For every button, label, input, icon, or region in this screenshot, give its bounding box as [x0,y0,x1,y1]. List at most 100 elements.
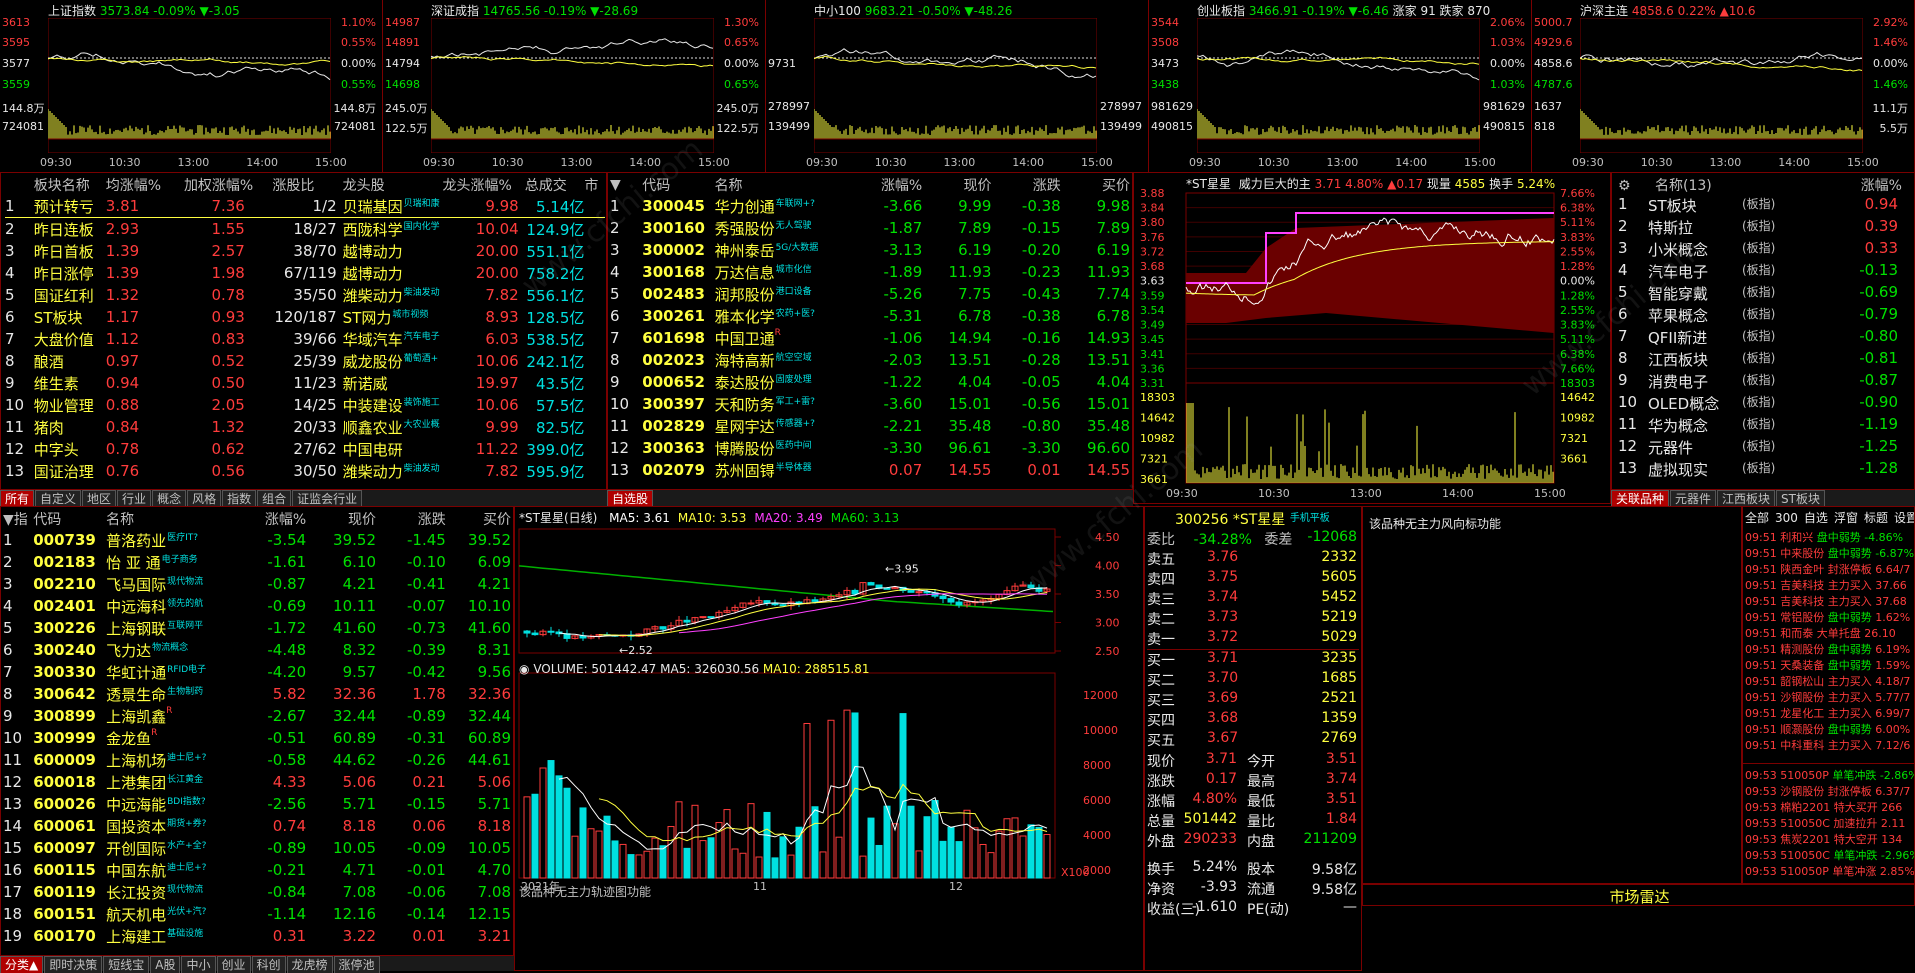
sector-col-header[interactable]: 均涨幅% [106,175,184,195]
sector-row[interactable]: 6 ST板块 1.17 0.93 120/187 ST网力城市视频 8.93 128.5亿 [5,306,605,328]
sector-col-header[interactable]: 总成交 [525,175,585,195]
concept-item[interactable]: 2 特斯拉 (板指) 0.39 [1612,217,1912,239]
ask-row[interactable]: 卖四 3.75 5605 [1147,569,1359,589]
sector-tab[interactable]: 组合 [257,490,292,507]
stock-tab[interactable]: 科创 [251,956,286,973]
stock-row[interactable]: 5 300226 上海钢联互联网平 -1.72 41.60 -0.73 41.60 [3,617,511,639]
sector-row[interactable]: 8 酿酒 0.97 0.52 25/39 威龙股份葡萄酒+ 10.06 242.1亿 [5,350,605,372]
radar-item[interactable]: 09:51 中科重科 主力买入 7.12/6 [1745,737,1914,753]
stock-row[interactable]: 11 600009 上海机场迪士尼+? -0.58 44.62 -0.26 44.61 [3,749,511,771]
stock-col-header[interactable]: 名称 [106,509,232,529]
radar-item[interactable]: 09:51 和而泰 大单托盘 26.10 [1745,625,1914,641]
radar-item[interactable]: 09:51 龙星化工 主力买入 6.99/7 [1745,705,1914,721]
radar-item[interactable]: 09:51 常铝股份 盘中弱势 1.62% [1745,609,1914,625]
radar-tab[interactable]: 标题 [1864,511,1888,525]
radar-item[interactable]: 09:51 顺灏股份 盘中弱势 6.00% [1745,721,1914,737]
sector-row[interactable]: 7 大盘价值 1.12 0.83 39/66 华域汽车汽车电子 6.03 538.5亿 [5,328,605,350]
stock-tab[interactable]: 分类▲ [0,956,44,973]
bid-row[interactable]: 买三 3.69 2521 [1147,690,1359,710]
sector-row[interactable]: 5 国证红利 1.32 0.78 35/50 潍柴动力柴油发动 7.82 556.1亿 [5,284,605,306]
concept-tab[interactable]: 关联品种 [1611,490,1670,507]
sector-tab[interactable]: 所有 [0,490,35,507]
watch-col-header[interactable]: 现价 [922,175,991,195]
sector-row[interactable]: 1 预计转亏 3.81 7.36 1/2 贝瑞基因贝瑞和康 9.98 5.14亿 [5,195,605,218]
stock-row[interactable]: 17 600119 长江投资现代物流 -0.84 7.08 -0.06 7.08 [3,881,511,903]
intraday-chart[interactable]: 3.88 7.66% 3.84 6.38% 3.80 5.11% 3.76 3.83% 3.72… [1134,173,1611,503]
bid-row[interactable]: 买四 3.68 1359 [1147,710,1359,730]
radar-tab[interactable]: 设置 [1894,511,1914,525]
stock-row[interactable]: 3 002210 飞马国际现代物流 -0.87 4.21 -0.41 4.21 [3,573,511,595]
concept-item[interactable]: 1 ST板块 (板指) 0.94 [1612,195,1912,217]
concept-item[interactable]: 9 消费电子 (板指) -0.87 [1612,371,1912,393]
sector-tab[interactable]: 地区 [82,490,117,507]
watch-col-header[interactable]: 代码 [642,175,714,195]
sector-tab[interactable]: 概念 [152,490,187,507]
sector-col-header[interactable]: 板块名称 [34,175,106,195]
watch-row[interactable]: 4 300168 万达信息城市化信 -1.89 11.93 -0.23 11.93 [610,261,1130,283]
index-chart[interactable]: 创业板指 3466.91 -0.19% ▼-6.46 涨家 91 跌家 870 3… [1149,0,1532,172]
concept-item[interactable]: 12 元器件 (板指) -1.25 [1612,437,1912,459]
concept-item[interactable]: 8 江西板块 (板指) -0.81 [1612,349,1912,371]
radar-item[interactable]: 09:51 天桑装备 盘中弱势 1.59% [1745,657,1914,673]
radar-tab[interactable]: 300 [1775,511,1798,525]
concept-tab[interactable]: 江西板块 [1717,490,1776,507]
radar-item[interactable]: 09:51 吉美科技 主力买入 37.66 [1745,577,1914,593]
concept-item[interactable]: 3 小米概念 (板指) 0.33 [1612,239,1912,261]
stock-row[interactable]: 7 300330 华虹计通RFID电子 -4.20 9.57 -0.42 9.56 [3,661,511,683]
radar-tab[interactable]: 全部 [1745,511,1769,525]
index-chart[interactable]: 深证成指 14765.56 -0.19% ▼-28.69 14987 14891 14… [383,0,766,172]
sector-col-header[interactable]: 市 [584,175,605,195]
sector-col-header[interactable]: 龙头股 [343,175,443,195]
watch-row[interactable]: 11 002829 星网宇达传感器+? -2.21 35.48 -0.80 35.48 [610,415,1130,437]
stock-tab[interactable]: 创业 [216,956,251,973]
stock-row[interactable]: 12 600018 上港集团长江黄金 4.33 5.06 0.21 5.06 [3,771,511,793]
index-chart[interactable]: 上证指数 3573.84 -0.09% ▼-3.05 3613 3595 3577 35… [0,0,383,172]
sector-row[interactable]: 11 猪肉 0.84 1.32 20/33 顺鑫农业大农业概 9.99 82.5亿 [5,416,605,438]
radar-item[interactable]: 09:53 510050P 单笔冲涨 2.85% [1745,863,1914,879]
kline-chart[interactable]: 4.50 4.00 3.50 3.00 2.50 ←3.95 ←2.52 12000 10000… [515,523,1144,928]
sector-row[interactable]: 2 昨日连板 2.93 1.55 18/27 西陇科学国内化学 10.04 124.9亿 [5,218,605,241]
stock-tab[interactable]: 短线宝 [103,956,150,973]
bid-row[interactable]: 买一 3.71 3235 [1147,650,1359,670]
radar-item[interactable]: 09:51 中来股份 盘中弱势 -6.87% [1745,545,1914,561]
watch-col-header[interactable]: 涨幅% [841,175,922,195]
watch-row[interactable]: 5 002483 润邦股份港口设备 -5.26 7.75 -0.43 7.74 [610,283,1130,305]
stock-tab[interactable]: A股 [150,956,181,973]
index-chart[interactable]: 沪深主连 4858.6 0.22% ▲10.6 5000.7 4929.6 4858.… [1532,0,1915,172]
bid-row[interactable]: 买五 3.67 2769 [1147,730,1359,750]
stock-tab[interactable]: 涨停池 [333,956,380,973]
concept-tab[interactable]: 元器件 [1670,490,1717,507]
watch-row[interactable]: 8 002023 海特高新航空空域 -2.03 13.51 -0.28 13.51 [610,349,1130,371]
stock-row[interactable]: 8 300642 透景生命生物制药 5.82 32.36 1.78 32.36 [3,683,511,705]
watch-row[interactable]: 13 002079 苏州固锝半导体器 0.07 14.55 0.01 14.55 [610,459,1130,481]
watch-row[interactable]: 10 300397 天和防务军工+雷? -3.60 15.01 -0.56 15.01 [610,393,1130,415]
radar-item[interactable]: 09:53 510050P 单笔冲跌 -2.86% [1745,767,1914,783]
concept-tab[interactable]: ST板块 [1776,490,1825,507]
radar-item[interactable]: 09:51 利和兴 盘中弱势 -4.86% [1745,529,1914,545]
watch-col-header[interactable]: 名称 [715,175,842,195]
sector-row[interactable]: 3 昨日首板 1.39 2.57 38/70 越博动力 20.00 551.1亿 [5,240,605,262]
radar-item[interactable]: 09:53 棉粕2201 特大买开 266 [1745,799,1914,815]
watch-row[interactable]: 3 300002 神州泰岳5G/大数据 -3.13 6.19 -0.20 6.19 [610,239,1130,261]
tab-watchlist[interactable]: 自选股 [607,490,654,507]
sector-col-header[interactable]: 龙头涨幅% [442,175,524,195]
stock-row[interactable]: 13 600026 中远海能BDI指数? -2.56 5.71 -0.15 5.71 [3,793,511,815]
stock-row[interactable]: 10 300999 金龙鱼R -0.51 60.89 -0.31 60.89 [3,727,511,749]
watch-row[interactable]: 7 601698 中国卫通R -1.06 14.94 -0.16 14.93 [610,327,1130,349]
ask-row[interactable]: 卖二 3.73 5219 [1147,609,1359,629]
stock-col-header[interactable]: 涨跌 [376,509,446,529]
concept-item[interactable]: 5 智能穿戴 (板指) -0.69 [1612,283,1912,305]
sector-col-header[interactable]: 涨股比 [272,175,342,195]
concept-item[interactable]: 10 OLED概念 (板指) -0.90 [1612,393,1912,415]
stock-row[interactable]: 14 600061 国投资本期货+券? 0.74 8.18 0.06 8.18 [3,815,511,837]
watch-row[interactable]: 6 300261 雅本化学农药+医? -5.31 6.78 -0.38 6.78 [610,305,1130,327]
watch-row[interactable]: 9 000652 泰达股份固废处理 -1.22 4.04 -0.05 4.04 [610,371,1130,393]
watch-row[interactable]: 12 300363 博腾股份医药中间 -3.30 96.61 -3.30 96.60 [610,437,1130,459]
bid-row[interactable]: 买二 3.70 1685 [1147,670,1359,690]
concept-item[interactable]: 7 QFII新进 (板指) -0.80 [1612,327,1912,349]
stock-tab[interactable]: 即时决策 [44,956,103,973]
sector-tab[interactable]: 风格 [187,490,222,507]
ask-row[interactable]: 卖三 3.74 5452 [1147,589,1359,609]
radar-tab[interactable]: 自选 [1804,511,1828,525]
watch-col-header[interactable]: 买价 [1061,175,1130,195]
